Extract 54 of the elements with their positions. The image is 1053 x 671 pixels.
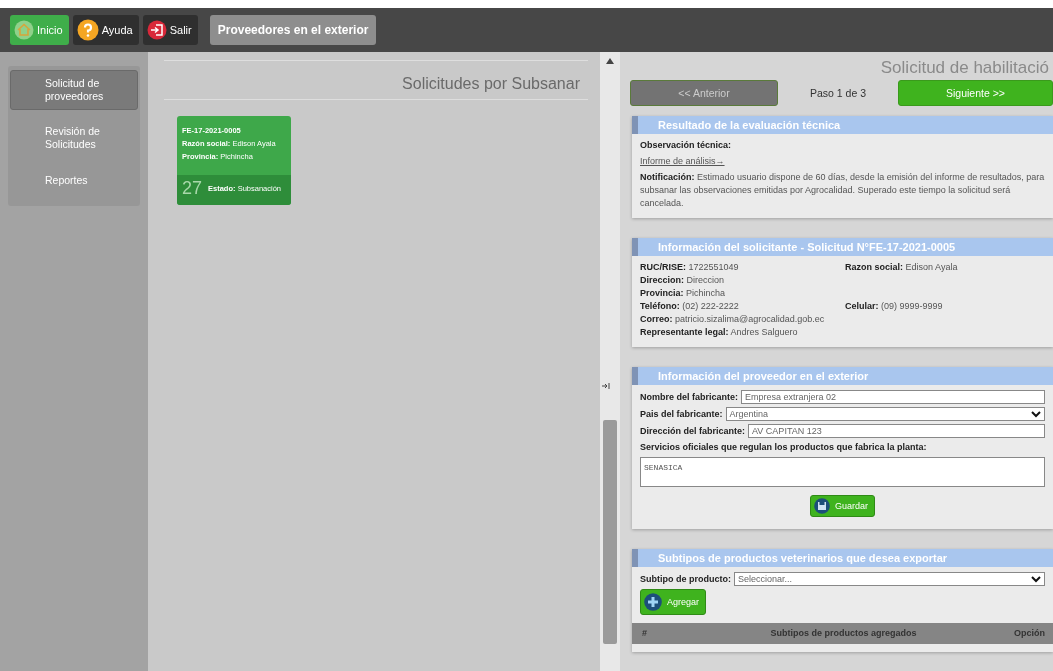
next-button[interactable]: Siguiente >> bbox=[898, 80, 1053, 106]
info-field: Celular: (09) 9999-9999 bbox=[845, 300, 1045, 313]
info-field: Provincia: Pichincha bbox=[640, 287, 845, 300]
field-label: Subtipo de producto: bbox=[640, 572, 731, 586]
section-header: Resultado de la evaluación técnica bbox=[632, 116, 1053, 134]
save-button[interactable]: Guardar bbox=[810, 495, 875, 517]
report-link[interactable]: Informe de análisis→ bbox=[640, 155, 725, 168]
plus-icon bbox=[644, 593, 662, 611]
collapse-handle-icon[interactable] bbox=[602, 382, 610, 390]
input-field[interactable]: AV CAPITAN 123 bbox=[748, 424, 1045, 438]
sidebar-item[interactable]: Revisión de Solicitudes bbox=[10, 118, 138, 159]
floppy-disk-icon bbox=[814, 498, 830, 514]
section-header: Información del proveedor en el exterior bbox=[632, 367, 1053, 385]
chevron-down-icon bbox=[1031, 410, 1041, 418]
field-label: Pais del fabricante: bbox=[640, 407, 723, 421]
add-button[interactable]: Agregar bbox=[640, 589, 707, 615]
info-field: Razon social: Edison Ayala bbox=[845, 261, 1045, 274]
info-field: Direccion: Direccion bbox=[640, 274, 845, 287]
toolbar-button[interactable]: Inicio bbox=[10, 15, 69, 45]
house-icon bbox=[14, 20, 34, 40]
select-field[interactable]: Seleccionar... bbox=[734, 572, 1045, 586]
step-indicator: Paso 1 de 3 bbox=[808, 87, 867, 99]
section-header: Subtipos de productos veterinarios que desea exportar bbox=[632, 549, 1053, 567]
chevron-down-icon bbox=[1031, 575, 1041, 583]
scrollbar-thumb[interactable] bbox=[603, 420, 617, 644]
sidebar-item[interactable]: Solicitud de proveedores bbox=[10, 70, 138, 111]
info-field: RUC/RISE: 1722551049 bbox=[640, 261, 845, 274]
sidebar-item[interactable]: Reportes bbox=[10, 166, 138, 194]
info-field: Representante legal: Andres Salguero bbox=[640, 326, 845, 339]
select-field[interactable]: Argentina bbox=[725, 407, 1045, 421]
day-count: 27 bbox=[182, 178, 203, 199]
previous-button[interactable]: << Anterior bbox=[630, 80, 778, 106]
panel-title: Solicitudes por Subsanar bbox=[164, 60, 588, 100]
exit-door-icon bbox=[146, 20, 167, 40]
input-field[interactable]: Empresa extranjera 02 bbox=[741, 390, 1045, 404]
column-header: # bbox=[642, 627, 648, 640]
scrollbar[interactable] bbox=[600, 52, 620, 671]
info-field: Correo: patricio.sizalima@agrocalidad.gob.ec bbox=[640, 313, 845, 326]
observation-label: Observación técnica: bbox=[640, 139, 733, 152]
toolbar-button[interactable]: Salir bbox=[142, 15, 198, 45]
section-header: Información del solicitante - Solicitud N°FE-17-2021-0005 bbox=[632, 238, 1053, 256]
column-header: Opción bbox=[1013, 627, 1045, 640]
module-title: Proveedores en el exterior bbox=[209, 15, 377, 45]
question-mark-icon bbox=[76, 19, 99, 41]
info-field: Teléfono: (02) 222-2222 bbox=[640, 300, 845, 313]
field-label: Servicios oficiales que regulan los productos que fabrica la planta: bbox=[640, 441, 928, 454]
notification-text: Notificación: Estimado usuario dispone de 60 días, desde la emisión del informe de resultados, para subsanar las observaciones emitidas por Agrocalidad. Superado este tiempo la solicitud será cancelada. bbox=[640, 171, 1045, 210]
toolbar-button[interactable]: Ayuda bbox=[72, 15, 139, 45]
field-label: Dirección del fabricante: bbox=[640, 424, 746, 438]
panel-title: Solicitud de habilitació bbox=[879, 57, 1050, 79]
scroll-up-arrow-icon[interactable] bbox=[606, 58, 614, 64]
field-label: Nombre del fabricante: bbox=[640, 390, 739, 404]
textarea-field[interactable]: SENASICA bbox=[640, 457, 1045, 487]
column-header: Subtipos de productos agregados bbox=[769, 627, 918, 640]
